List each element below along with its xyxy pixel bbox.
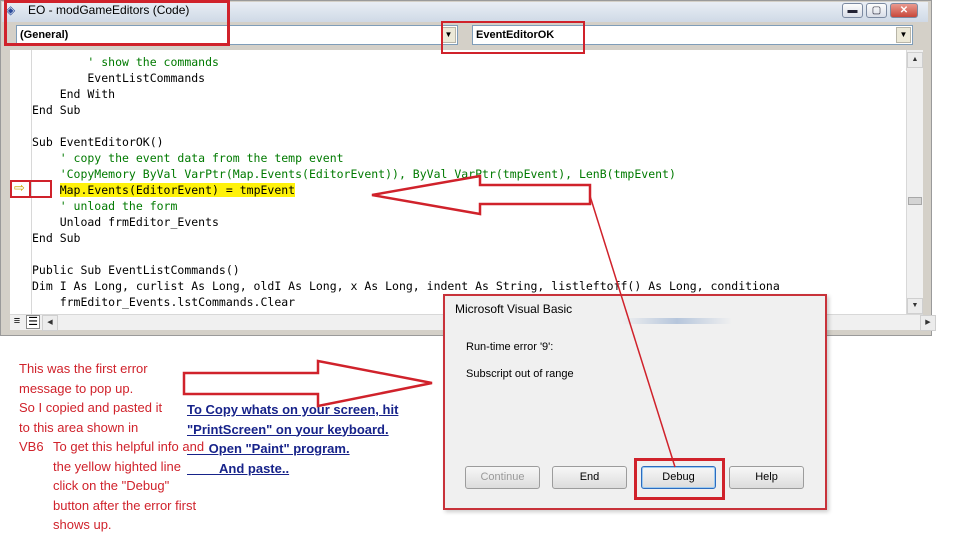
annotation-arrows xyxy=(182,174,676,468)
pointer-line xyxy=(589,195,676,468)
arrow-to-dialog xyxy=(182,359,433,408)
arrow-to-code-line xyxy=(371,174,592,216)
